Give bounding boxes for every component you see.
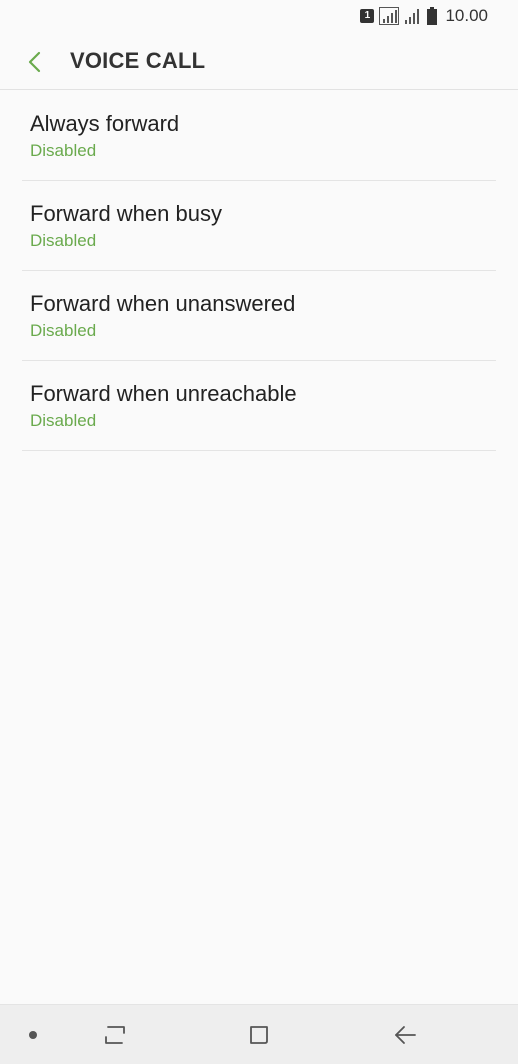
list-item-always-forward[interactable]: Always forward Disabled	[22, 91, 496, 181]
option-title: Forward when unanswered	[30, 291, 296, 316]
signal-icon	[379, 7, 400, 25]
home-icon	[250, 1026, 268, 1044]
option-status: Disabled	[30, 141, 97, 160]
recent-apps-button[interactable]	[99, 1019, 131, 1051]
option-title: Forward when unreachable	[30, 381, 297, 406]
option-status: Disabled	[30, 231, 97, 250]
list-item-forward-when-unreachable[interactable]: Forward when unreachable Disabled	[22, 361, 496, 451]
call-forwarding-list: Always forward Disabled Forward when bus…	[22, 91, 496, 451]
navigation-bar	[0, 1004, 518, 1064]
back-button[interactable]	[18, 46, 52, 78]
back-nav-button[interactable]	[389, 1019, 421, 1051]
list-item-forward-when-busy[interactable]: Forward when busy Disabled	[22, 181, 496, 271]
option-title: Always forward	[30, 111, 180, 136]
status-bar: 1 10.00	[0, 0, 518, 34]
list-item-forward-when-unanswered[interactable]: Forward when unanswered Disabled	[22, 271, 496, 361]
option-status: Disabled	[30, 411, 97, 430]
sim-card-icon: 1	[360, 9, 375, 23]
home-button[interactable]	[243, 1019, 275, 1051]
option-title: Forward when busy	[30, 201, 222, 226]
battery-icon	[427, 7, 438, 25]
back-arrow-icon	[395, 1026, 416, 1044]
app-header: VOICE CALL	[0, 34, 518, 90]
chevron-left-icon	[28, 51, 41, 73]
option-status: Disabled	[30, 321, 97, 340]
page-title: VOICE CALL	[70, 48, 206, 73]
signal-icon	[405, 9, 420, 24]
clock: 10.00	[445, 6, 488, 25]
dot-icon[interactable]	[29, 1031, 37, 1039]
status-icons: 1 10.00	[360, 6, 488, 26]
recent-apps-icon	[105, 1026, 125, 1044]
